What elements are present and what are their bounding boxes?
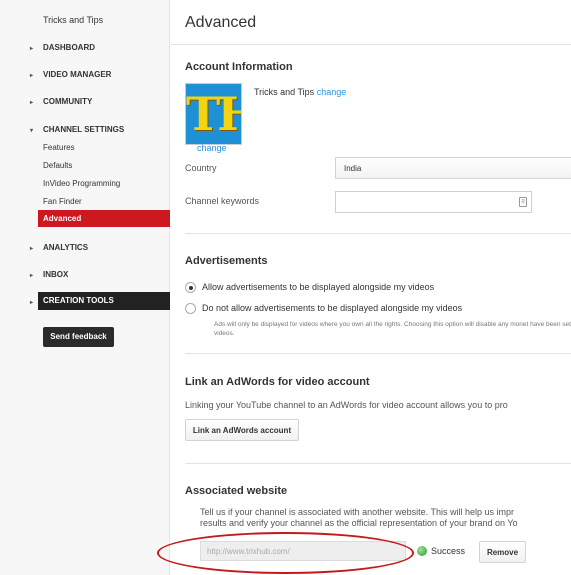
sidebar-subitem-defaults[interactable]: Defaults [43, 161, 72, 170]
account-info-title: Account Information [185, 61, 293, 73]
channel-name: Tricks and Tips [254, 87, 315, 97]
caret-right-icon: ▸ [30, 100, 34, 106]
remove-website-button[interactable]: Remove [479, 541, 526, 563]
channel-keywords-label: Channel keywords [185, 196, 260, 206]
ads-allow-option[interactable]: Allow advertisements to be displayed alo… [185, 282, 434, 294]
annotation-ellipse [157, 532, 414, 574]
channel-name-line: Tricks and Tips change [254, 87, 346, 97]
page-title: Advanced [185, 14, 257, 31]
website-description-line2: results and verify your channel as the o… [200, 518, 518, 528]
success-status-text: Success [431, 546, 466, 556]
radio-disallow-ads[interactable] [185, 303, 196, 315]
avatar-change-link[interactable]: change [197, 143, 227, 153]
radio-allow-ads[interactable] [185, 282, 196, 294]
website-description-line1: Tell us if your channel is associated wi… [200, 507, 514, 517]
adwords-description: Linking your YouTube channel to an AdWor… [185, 400, 508, 410]
divider [185, 463, 571, 464]
sidebar-item-dashboard[interactable]: ▸ DASHBOARD [30, 43, 170, 52]
sidebar-channel-name[interactable]: Tricks and Tips [43, 15, 103, 25]
keyboard-icon[interactable]: ≡ [519, 197, 527, 207]
success-status-icon [417, 546, 427, 556]
divider [185, 353, 571, 354]
link-adwords-button[interactable]: Link an AdWords account [185, 419, 299, 441]
channel-keywords-input[interactable]: ≡ [335, 191, 532, 213]
avatar-logo-text: TH [186, 87, 241, 141]
sidebar-item-community[interactable]: ▸ COMMUNITY [30, 97, 170, 106]
country-label: Country [185, 163, 217, 173]
sidebar-item-inbox[interactable]: ▸ INBOX [30, 270, 170, 279]
sidebar-subitem-features[interactable]: Features [43, 143, 75, 152]
page-header: Advanced [171, 0, 571, 45]
send-feedback-button[interactable]: Send feedback [43, 327, 114, 347]
associated-website-title: Associated website [185, 485, 288, 497]
caret-down-icon: ▾ [30, 128, 34, 134]
ads-disallow-option[interactable]: Do not allow advertisements to be displa… [185, 303, 462, 315]
caret-right-icon: ▸ [30, 273, 34, 279]
sidebar-subitem-fan-finder[interactable]: Fan Finder [43, 197, 82, 206]
caret-right-icon: ▸ [30, 73, 34, 79]
divider [185, 233, 571, 234]
channel-avatar: TH [185, 83, 242, 145]
caret-right-icon: ▸ [30, 46, 34, 52]
adwords-title: Link an AdWords for video account [185, 376, 370, 388]
channel-name-change-link[interactable]: change [317, 87, 347, 97]
sidebar: Tricks and Tips ▸ DASHBOARD ▸ VIDEO MANAGE… [0, 0, 170, 575]
sidebar-subitem-invideo-programming[interactable]: InVideo Programming [43, 179, 120, 188]
sidebar-subitem-advanced[interactable]: Advanced [38, 210, 170, 227]
main-content: Advanced Account Information TH change T… [171, 0, 571, 575]
country-select[interactable]: India [335, 157, 571, 179]
sidebar-item-analytics[interactable]: ▸ ANALYTICS [30, 243, 170, 252]
advertisements-title: Advertisements [185, 255, 268, 267]
sidebar-item-channel-settings[interactable]: ▾ CHANNEL SETTINGS [30, 125, 170, 134]
sidebar-item-creation-tools[interactable]: CREATION TOOLS [38, 292, 170, 310]
sidebar-item-video-manager[interactable]: ▸ VIDEO MANAGER [30, 70, 170, 79]
caret-right-icon: ▸ [30, 246, 34, 252]
ads-note: Ads will only be displayed for videos wh… [214, 321, 571, 337]
